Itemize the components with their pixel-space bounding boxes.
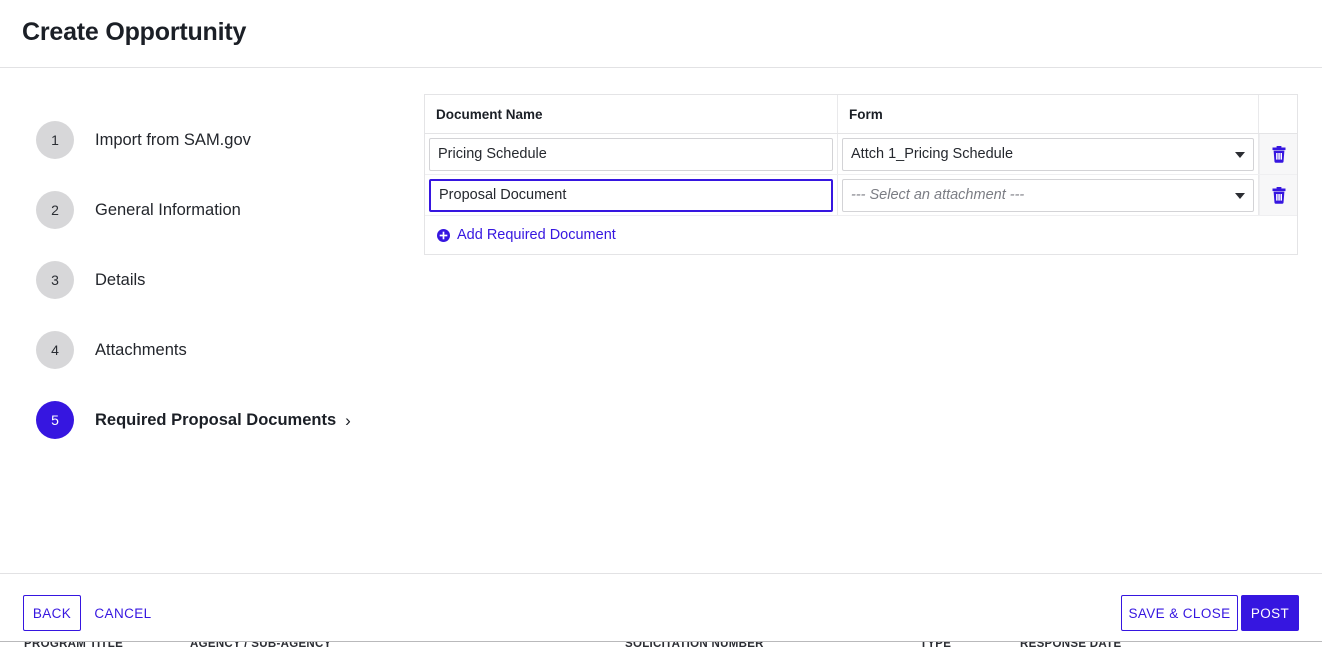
- step-label: Attachments: [95, 340, 187, 359]
- create-opportunity-page: Create Opportunity 1 Import from SAM.gov…: [0, 0, 1322, 652]
- column-header-form: Form: [838, 95, 1259, 133]
- step-number-badge: 2: [36, 191, 74, 229]
- add-row-container: Add Required Document: [425, 216, 1297, 254]
- step-number-badge: 5: [36, 401, 74, 439]
- column-header-document-name: Document Name: [425, 95, 838, 133]
- form-select-wrapper: --- Select an attachment ---: [842, 178, 1254, 212]
- step-number-badge: 3: [36, 261, 74, 299]
- cell-document-name: [425, 134, 838, 174]
- required-documents-table: Document Name Form Attch 1_Pricing Sched…: [424, 94, 1298, 255]
- background-column-4: TYPE: [920, 641, 952, 650]
- document-name-input[interactable]: [429, 178, 833, 212]
- step-label: Required Proposal Documents: [95, 410, 337, 429]
- delete-row-button[interactable]: [1268, 184, 1290, 206]
- cell-form: Attch 1_Pricing Schedule: [838, 134, 1259, 174]
- background-table-sliver: PROGRAM TITLE AGENCY / SUB-AGENCY SOLICI…: [0, 641, 1322, 652]
- step-label: Details: [95, 270, 146, 289]
- form-select[interactable]: --- Select an attachment ---: [842, 178, 1254, 212]
- cell-actions: [1259, 175, 1297, 215]
- stepper-item-general-information[interactable]: 2 General Information: [0, 175, 424, 245]
- cancel-button[interactable]: CANCEL: [88, 595, 158, 631]
- back-button[interactable]: BACK: [23, 595, 81, 631]
- table-row: Attch 1_Pricing Schedule: [425, 134, 1297, 175]
- stepper-item-attachments[interactable]: 4 Attachments: [0, 315, 424, 385]
- plus-circle-icon: [437, 228, 450, 242]
- cell-form: --- Select an attachment ---: [838, 175, 1259, 215]
- step-label: General Information: [95, 200, 241, 219]
- cell-document-name: [425, 175, 838, 215]
- background-column-3: SOLICITATION NUMBER: [625, 641, 764, 650]
- stepper-item-details[interactable]: 3 Details: [0, 245, 424, 315]
- document-name-input[interactable]: [429, 137, 833, 171]
- table-row: --- Select an attachment ---: [425, 175, 1297, 216]
- column-header-actions: [1259, 95, 1297, 133]
- chevron-right-icon: ›: [345, 410, 351, 430]
- add-required-document-label: Add Required Document: [457, 227, 616, 243]
- add-required-document-link[interactable]: Add Required Document: [437, 227, 616, 243]
- page-header: Create Opportunity: [0, 0, 1322, 68]
- form-select-wrapper: Attch 1_Pricing Schedule: [842, 137, 1254, 171]
- background-column-5: RESPONSE DATE: [1020, 641, 1122, 650]
- step-number-badge: 4: [36, 331, 74, 369]
- form-select[interactable]: Attch 1_Pricing Schedule: [842, 137, 1254, 171]
- background-table-header-row: PROGRAM TITLE AGENCY / SUB-AGENCY SOLICI…: [0, 641, 1322, 652]
- stepper-item-import-from-sam[interactable]: 1 Import from SAM.gov: [0, 105, 424, 175]
- page-title: Create Opportunity: [22, 18, 247, 46]
- step-label: Import from SAM.gov: [95, 130, 251, 149]
- delete-row-button[interactable]: [1268, 143, 1290, 165]
- step-number-badge: 1: [36, 121, 74, 159]
- background-column-1: PROGRAM TITLE: [24, 641, 124, 650]
- wizard-stepper: 1 Import from SAM.gov 2 General Informat…: [0, 69, 424, 455]
- stepper-item-required-proposal-documents[interactable]: 5 Required Proposal Documents ›: [0, 385, 424, 455]
- background-column-2: AGENCY / SUB-AGENCY: [190, 641, 332, 650]
- cell-actions: [1259, 134, 1297, 174]
- table-header-row: Document Name Form: [425, 95, 1297, 134]
- post-button[interactable]: POST: [1241, 595, 1299, 631]
- save-and-close-button[interactable]: SAVE & CLOSE: [1121, 595, 1238, 631]
